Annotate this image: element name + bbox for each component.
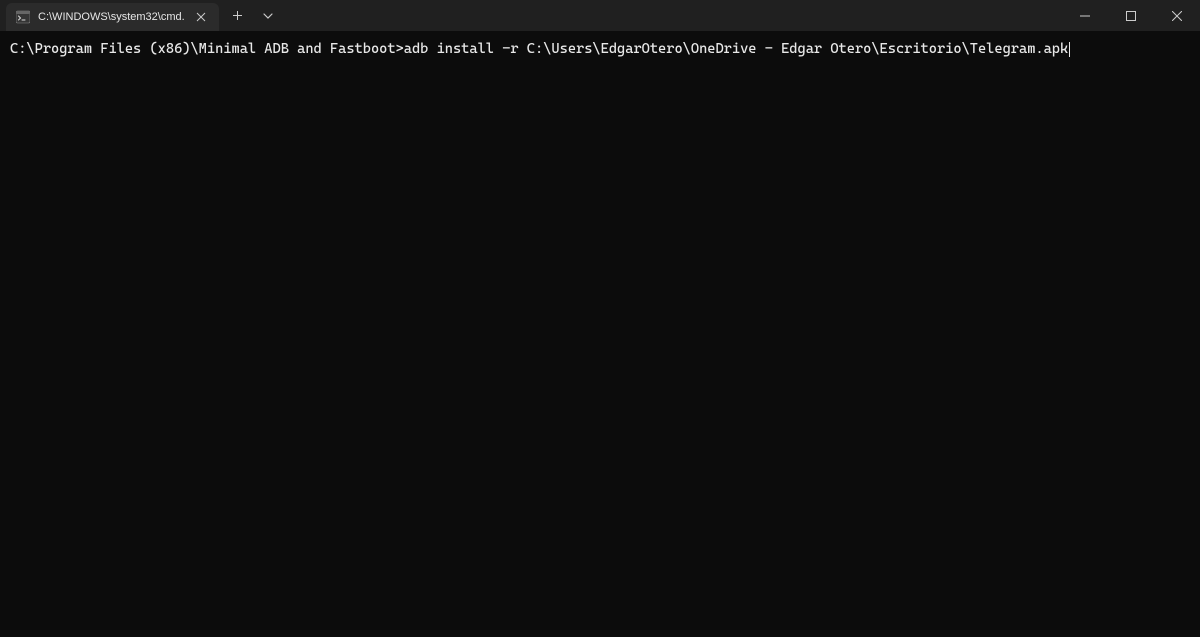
window-titlebar: C:\WINDOWS\system32\cmd. (0, 0, 1200, 32)
tab-dropdown-button[interactable] (255, 3, 281, 29)
maximize-button[interactable] (1108, 0, 1154, 31)
tab-close-button[interactable] (193, 9, 209, 25)
titlebar-drag-region[interactable] (287, 0, 1062, 31)
new-tab-button[interactable] (225, 3, 251, 29)
command-prompt: C:\Program Files (x86)\Minimal ADB and F… (10, 41, 404, 57)
terminal-output[interactable]: C:\Program Files (x86)\Minimal ADB and F… (0, 32, 1200, 66)
text-cursor (1069, 42, 1070, 57)
tab-bar-actions (219, 0, 287, 31)
tab-title: C:\WINDOWS\system32\cmd. (38, 11, 185, 23)
tab-cmd[interactable]: C:\WINDOWS\system32\cmd. (6, 3, 219, 31)
cmd-icon (16, 10, 30, 24)
minimize-button[interactable] (1062, 0, 1108, 31)
close-button[interactable] (1154, 0, 1200, 31)
command-input: adb install -r C:\Users\EdgarOtero\OneDr… (404, 41, 1068, 57)
window-controls (1062, 0, 1200, 31)
